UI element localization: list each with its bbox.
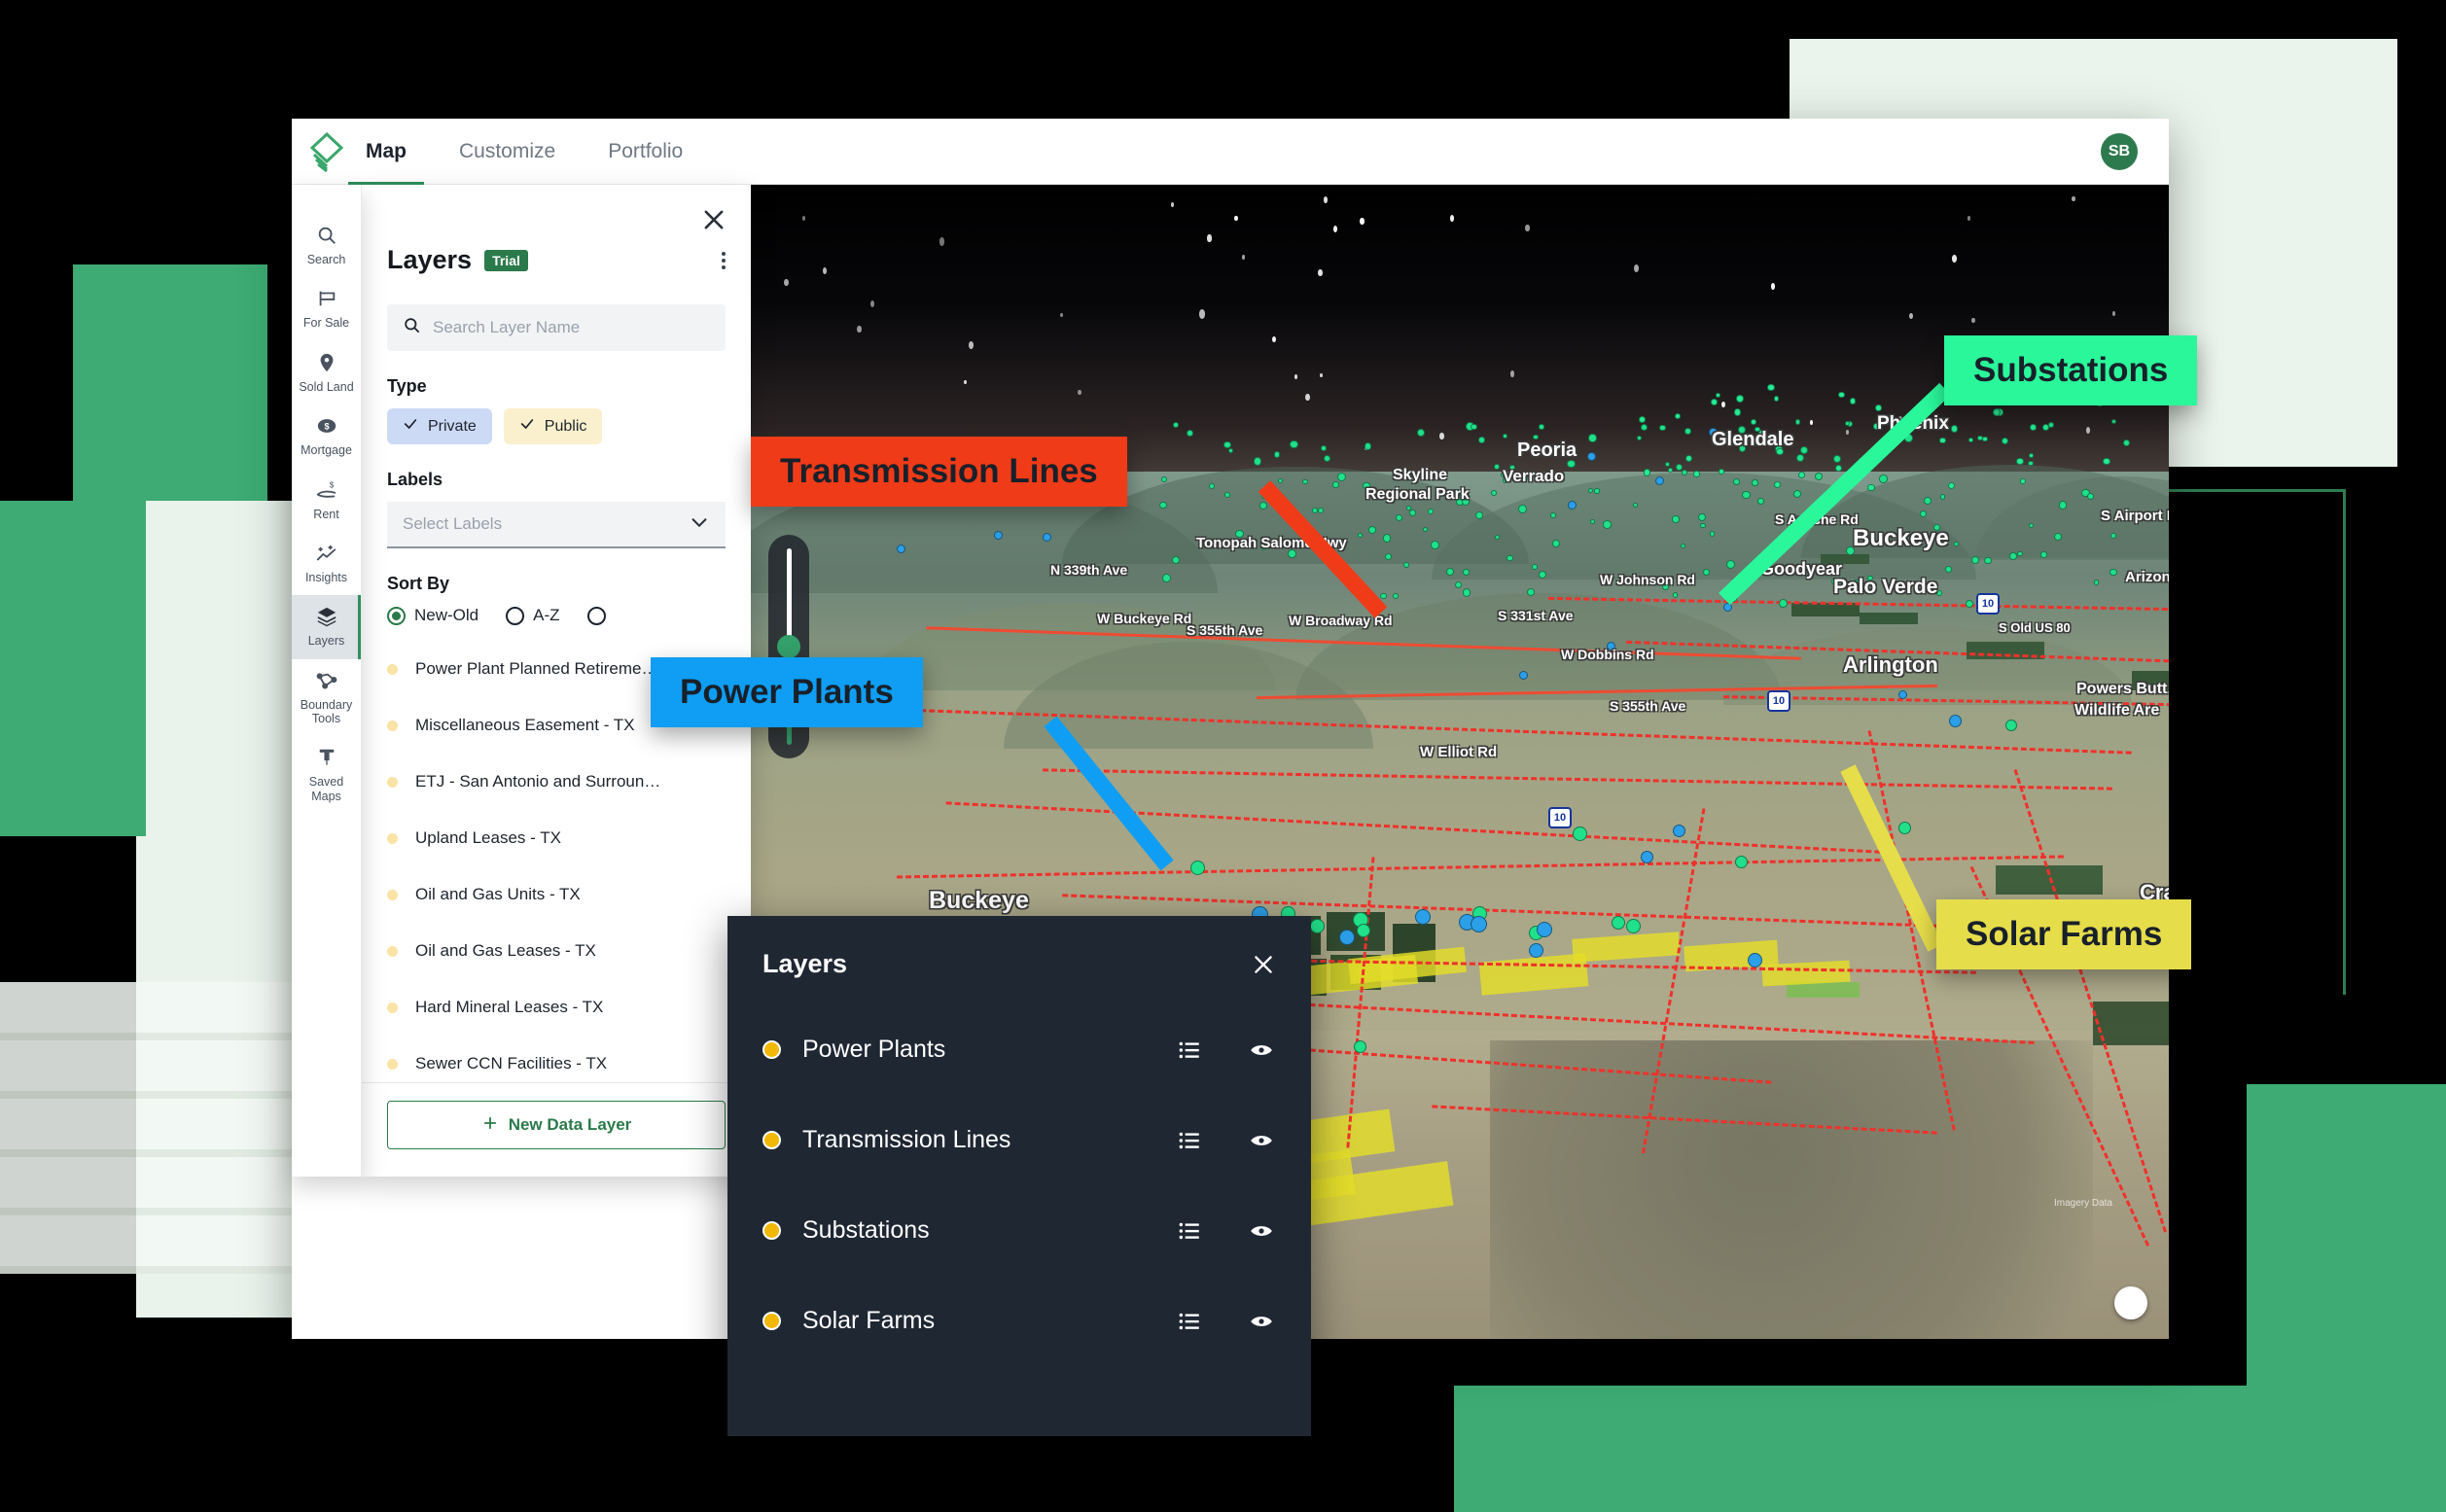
eye-icon[interactable] xyxy=(1247,1309,1276,1334)
callout-transmission-lines: Transmission Lines xyxy=(751,437,1127,507)
overlay-row-substations[interactable]: Substations xyxy=(762,1185,1276,1276)
layer-color-dot xyxy=(762,1040,781,1059)
list-icon[interactable] xyxy=(1175,1218,1204,1244)
layer-color-dot xyxy=(762,1131,781,1149)
overlay-row-label: Solar Farms xyxy=(802,1307,936,1334)
overlay-row-transmission-lines[interactable]: Transmission Lines xyxy=(762,1095,1276,1185)
overlay-row-label: Transmission Lines xyxy=(802,1126,1011,1153)
layer-color-dot xyxy=(762,1221,781,1240)
close-icon[interactable] xyxy=(1251,952,1276,977)
layers-overlay-title: Layers xyxy=(762,949,848,978)
callout-solar-farms: Solar Farms xyxy=(1936,899,2192,969)
list-icon[interactable] xyxy=(1175,1037,1204,1063)
eye-icon[interactable] xyxy=(1247,1218,1276,1244)
list-icon[interactable] xyxy=(1175,1128,1204,1153)
eye-icon[interactable] xyxy=(1247,1128,1276,1153)
overlay-row-label: Power Plants xyxy=(802,1036,946,1063)
layers-overlay-header: Layers xyxy=(762,949,1276,979)
overlay-row-power-plants[interactable]: Power Plants xyxy=(762,1004,1276,1095)
callout-substations: Substations xyxy=(1944,335,2198,405)
layers-overlay-rows: Power Plants Transmission Lines Substati… xyxy=(762,1004,1276,1366)
layers-overlay-panel: Layers Power Plants Transmission Lines S… xyxy=(727,916,1311,1436)
overlay-row-solar-farms[interactable]: Solar Farms xyxy=(762,1276,1276,1366)
layer-color-dot xyxy=(762,1312,781,1330)
callout-power-plants: Power Plants xyxy=(651,657,923,727)
overlay-row-label: Substations xyxy=(802,1216,930,1244)
eye-icon[interactable] xyxy=(1247,1037,1276,1063)
list-icon[interactable] xyxy=(1175,1309,1204,1334)
